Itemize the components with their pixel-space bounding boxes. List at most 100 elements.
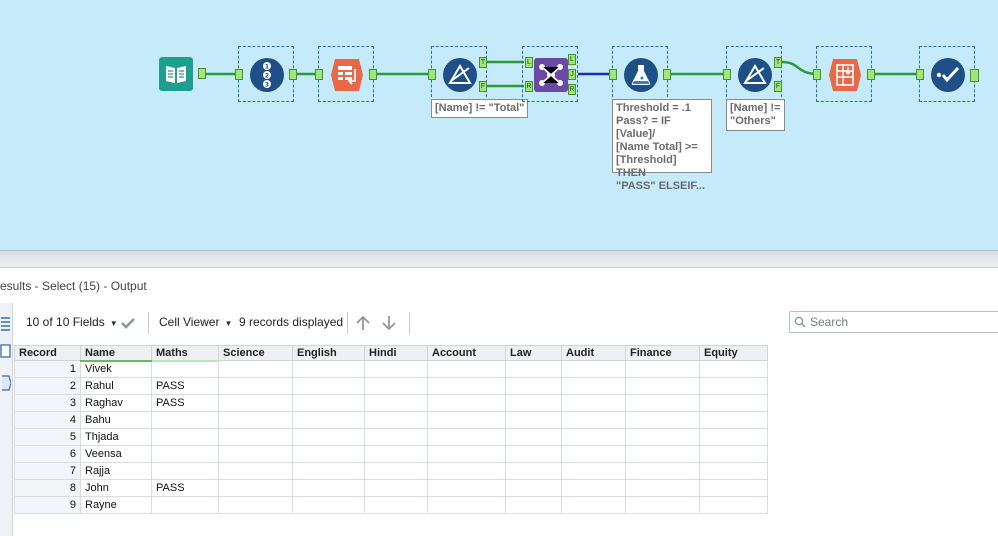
column-header-hindi[interactable]: Hindi xyxy=(364,345,428,361)
checkmark-icon[interactable] xyxy=(120,316,136,330)
table-view-icon[interactable] xyxy=(0,343,11,359)
table-row[interactable]: 9 Rayne xyxy=(14,496,768,514)
cell-finance[interactable] xyxy=(625,496,700,514)
cell-science[interactable] xyxy=(218,360,293,378)
cell-record[interactable]: 6 xyxy=(14,445,81,463)
select-tool[interactable] xyxy=(916,46,979,102)
cell-account[interactable] xyxy=(427,360,506,378)
cell-name[interactable]: Veensa xyxy=(80,445,152,463)
column-header-finance[interactable]: Finance xyxy=(625,345,700,361)
column-header-law[interactable]: Law xyxy=(505,345,562,361)
cell-hindi[interactable] xyxy=(364,411,428,429)
left-output-anchor[interactable]: L xyxy=(568,54,576,65)
cell-record[interactable]: 9 xyxy=(14,496,81,514)
input-anchor[interactable] xyxy=(235,69,243,80)
cell-account[interactable] xyxy=(427,445,506,463)
panel-splitter[interactable] xyxy=(0,250,998,268)
cell-law[interactable] xyxy=(505,462,562,480)
cell-record[interactable]: 1 xyxy=(14,360,81,378)
cell-name[interactable]: John xyxy=(80,479,152,497)
input-anchor[interactable] xyxy=(609,69,617,80)
join-tool[interactable]: L R L J R xyxy=(522,46,578,102)
cell-english[interactable] xyxy=(292,377,365,395)
true-anchor[interactable]: T xyxy=(774,57,782,68)
output-anchor[interactable] xyxy=(970,69,979,82)
cell-hindi[interactable] xyxy=(364,496,428,514)
cell-audit[interactable] xyxy=(561,479,626,497)
cell-science[interactable] xyxy=(218,377,293,395)
table-row[interactable]: 4 Bahu xyxy=(14,411,768,429)
hexagon-view-icon[interactable] xyxy=(0,375,11,391)
column-header-name[interactable]: Name xyxy=(80,345,152,362)
cell-science[interactable] xyxy=(218,445,293,463)
cell-science[interactable] xyxy=(218,496,293,514)
cell-equity[interactable] xyxy=(699,360,768,378)
output-anchor[interactable] xyxy=(867,69,875,80)
cell-maths[interactable] xyxy=(151,445,219,463)
cell-english[interactable] xyxy=(292,445,365,463)
cell-english[interactable] xyxy=(292,462,365,480)
cell-finance[interactable] xyxy=(625,377,700,395)
cell-record[interactable]: 7 xyxy=(14,462,81,480)
cell-name[interactable]: Thjada xyxy=(80,428,152,446)
cell-audit[interactable] xyxy=(561,496,626,514)
record-id-tool[interactable]: 1 2 3 xyxy=(235,46,297,102)
cell-name[interactable]: Bahu xyxy=(80,411,152,429)
cell-maths[interactable]: PASS xyxy=(151,479,219,497)
arrow-up-icon[interactable] xyxy=(355,314,371,332)
cell-equity[interactable] xyxy=(699,479,768,497)
cell-equity[interactable] xyxy=(699,462,768,480)
input-anchor[interactable] xyxy=(315,69,323,80)
join-output-anchor[interactable]: J xyxy=(568,69,576,80)
cell-equity[interactable] xyxy=(699,496,768,514)
table-row[interactable]: 3 Raghav PASS xyxy=(14,394,768,412)
cell-equity[interactable] xyxy=(699,411,768,429)
cell-finance[interactable] xyxy=(625,445,700,463)
cell-account[interactable] xyxy=(427,411,506,429)
column-header-english[interactable]: English xyxy=(292,345,365,361)
search-box[interactable] xyxy=(789,311,998,333)
cell-account[interactable] xyxy=(427,479,506,497)
output-anchor[interactable] xyxy=(369,69,377,80)
cell-law[interactable] xyxy=(505,394,562,412)
cell-law[interactable] xyxy=(505,445,562,463)
cell-maths[interactable] xyxy=(151,496,219,514)
cell-name[interactable]: Rahul xyxy=(80,377,152,395)
cell-english[interactable] xyxy=(292,479,365,497)
cell-english[interactable] xyxy=(292,394,365,412)
cell-law[interactable] xyxy=(505,496,562,514)
column-header-science[interactable]: Science xyxy=(218,345,293,361)
cell-audit[interactable] xyxy=(561,445,626,463)
cell-maths[interactable] xyxy=(151,360,219,378)
cell-hindi[interactable] xyxy=(364,428,428,446)
cell-name[interactable]: Rayne xyxy=(80,496,152,514)
cell-law[interactable] xyxy=(505,479,562,497)
filter-tool-2[interactable]: T F xyxy=(723,46,782,102)
left-input-anchor[interactable]: L xyxy=(525,57,533,68)
cell-record[interactable]: 4 xyxy=(14,411,81,429)
right-output-anchor[interactable]: R xyxy=(568,84,576,95)
cell-law[interactable] xyxy=(505,411,562,429)
output-anchor[interactable] xyxy=(289,69,297,80)
cell-account[interactable] xyxy=(427,462,506,480)
cell-viewer-dropdown[interactable]: Cell Viewer ▼ xyxy=(159,315,232,329)
cell-equity[interactable] xyxy=(699,377,768,395)
search-input[interactable] xyxy=(810,314,990,330)
output-anchor[interactable] xyxy=(198,68,206,79)
table-row[interactable]: 8 John PASS xyxy=(14,479,768,497)
cell-audit[interactable] xyxy=(561,360,626,378)
list-view-icon[interactable] xyxy=(0,315,11,331)
cell-account[interactable] xyxy=(427,377,506,395)
column-header-account[interactable]: Account xyxy=(427,345,506,361)
cell-english[interactable] xyxy=(292,360,365,378)
cell-law[interactable] xyxy=(505,428,562,446)
cell-equity[interactable] xyxy=(699,445,768,463)
cell-hindi[interactable] xyxy=(364,377,428,395)
input-anchor[interactable] xyxy=(916,69,924,80)
cell-hindi[interactable] xyxy=(364,394,428,412)
cell-record[interactable]: 2 xyxy=(14,377,81,395)
cell-name[interactable]: Raghav xyxy=(80,394,152,412)
table-row[interactable]: 6 Veensa xyxy=(14,445,768,463)
false-anchor[interactable]: F xyxy=(774,81,782,92)
workflow-canvas[interactable]: 1 2 3 T F [Name] != "Total" L R L J R Th… xyxy=(0,0,998,250)
